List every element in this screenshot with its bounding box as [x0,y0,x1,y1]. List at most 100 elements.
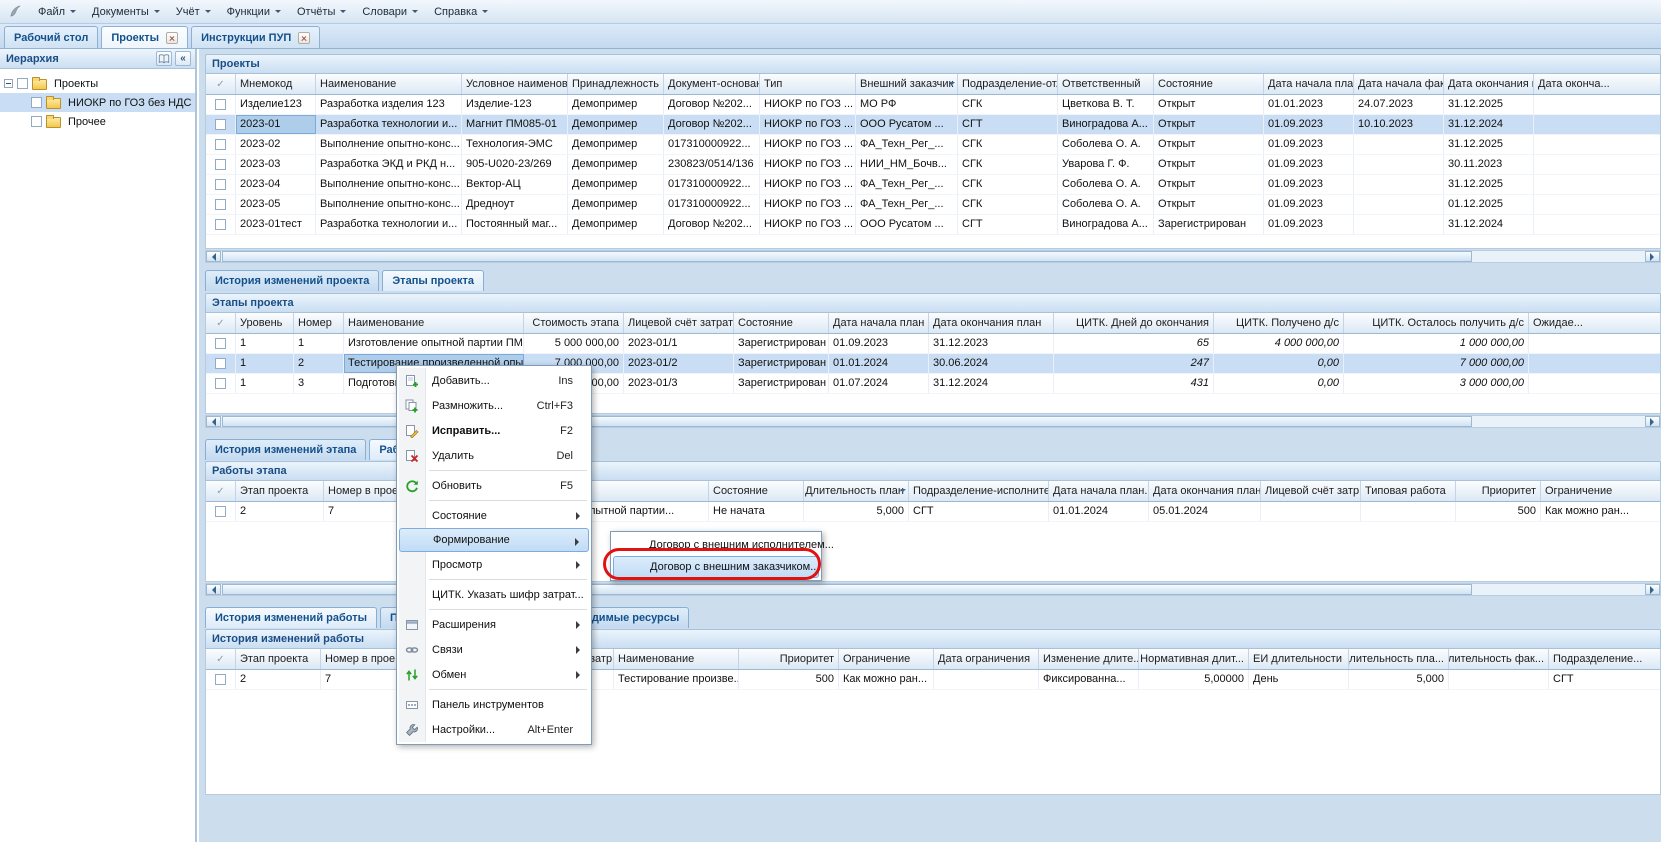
row-checkbox[interactable] [215,506,226,517]
column-header[interactable]: Дата оконча... [1534,74,1661,94]
column-header[interactable]: Мнемокод [236,74,316,94]
column-header[interactable]: Дата окончания план [929,313,1054,333]
scroll-left-icon[interactable] [206,584,221,595]
filter-arrow-icon[interactable] [900,489,906,495]
row-checkbox[interactable] [215,159,226,170]
menu-item-edit[interactable]: Исправить...F2 [399,418,589,443]
select-all-header[interactable] [206,313,236,333]
column-header[interactable]: Дата ограничения [934,649,1039,669]
menu-item-duplicate[interactable]: Размножить...Ctrl+F3 [399,393,589,418]
select-all-header[interactable] [206,481,236,501]
select-all-header[interactable] [206,74,236,94]
close-tab-icon[interactable] [298,32,310,44]
column-header[interactable]: ЦИТК. Осталось получить д/с [1344,313,1529,333]
row-checkbox[interactable] [215,119,226,130]
main-tab-desktop[interactable]: Рабочий стол [4,26,98,48]
row-checkbox[interactable] [215,199,226,210]
menubar-item-dictionaries[interactable]: Словари [354,2,426,22]
tree-checkbox[interactable] [31,97,42,108]
collapse-sidebar-button[interactable] [175,51,191,66]
column-header[interactable]: Дата начала план. [1049,481,1149,501]
row-checkbox[interactable] [215,219,226,230]
column-header[interactable]: Дата окончания план [1149,481,1261,501]
column-header[interactable]: Приоритет [739,649,839,669]
tree-item[interactable]: Проекты [0,74,195,93]
column-header[interactable]: Стоимость этапа [524,313,624,333]
column-header[interactable]: Изменение длите... [1039,649,1139,669]
column-header[interactable]: Дата начала план [829,313,929,333]
column-header[interactable]: Номер [294,313,344,333]
table-row[interactable]: 2023-05Выполнение опытно-конс...Дредноут… [206,195,1660,215]
column-header[interactable]: Подразделение-от... [958,74,1058,94]
menubar-item-functions[interactable]: Функции [219,2,289,22]
menubar-item-help[interactable]: Справка [426,2,496,22]
tree-checkbox[interactable] [17,78,28,89]
menu-item-contract-external-customer[interactable]: Договор с внешним заказчиком... [613,556,819,578]
hierarchy-book-icon[interactable] [156,51,172,66]
main-tab-pup-instructions[interactable]: Инструкции ПУП [191,26,320,48]
close-tab-icon[interactable] [166,32,178,44]
row-checkbox[interactable] [215,139,226,150]
table-row[interactable]: Изделие123Разработка изделия 123Изделие-… [206,95,1660,115]
column-header[interactable]: Документ-основан... [664,74,760,94]
menu-item-add[interactable]: Добавить...Ins [399,368,589,393]
menu-item-formation[interactable]: Формирование [399,528,589,552]
column-header[interactable]: Ответственный [1058,74,1154,94]
tab-project-history[interactable]: История изменений проекта [205,270,379,291]
column-header[interactable]: Уровень [236,313,294,333]
column-header[interactable]: ЕИ длительности [1249,649,1349,669]
table-row[interactable]: 2023-03Разработка ЭКД и РКД н...905-U020… [206,155,1660,175]
column-header[interactable]: ЦИТК. Получено д/с [1214,313,1344,333]
column-header[interactable]: Дата окончания п... [1444,74,1534,94]
menu-item-delete[interactable]: УдалитьDel [399,443,589,468]
row-checkbox[interactable] [215,179,226,190]
row-checkbox[interactable] [215,338,226,349]
column-header[interactable]: Условное наименова... [462,74,568,94]
column-header[interactable]: Принадлежность [568,74,664,94]
column-header[interactable]: Состояние [1154,74,1264,94]
menu-item-state[interactable]: Состояние [399,503,589,528]
column-header[interactable]: Состояние [734,313,829,333]
scroll-right-icon[interactable] [1645,584,1660,595]
column-header[interactable]: Длительность фак... [1449,649,1549,669]
column-header[interactable]: Приоритет [1456,481,1541,501]
column-header[interactable]: Длительность пла... [1349,649,1449,669]
tree-item[interactable]: Прочее [0,112,195,131]
scroll-right-icon[interactable] [1645,416,1660,427]
scroll-thumb[interactable] [222,251,1472,262]
menu-item-citk-cost-code[interactable]: ЦИТК. Указать шифр затрат... [399,582,589,607]
column-header[interactable]: Типовая работа [1361,481,1456,501]
column-header[interactable]: Тип [760,74,856,94]
table-row[interactable]: 2023-04Выполнение опытно-конс...Вектор-А… [206,175,1660,195]
tab-work-history[interactable]: История изменений работы [205,607,377,628]
menubar-item-documents[interactable]: Документы [84,2,168,22]
menu-item-view[interactable]: Просмотр [399,552,589,577]
scroll-right-icon[interactable] [1645,251,1660,262]
menu-item-contract-external-executor[interactable]: Договор с внешним исполнителем... [613,534,819,556]
column-header[interactable]: Внешний заказчик [856,74,958,94]
column-header[interactable]: Нормативная длит... [1139,649,1249,669]
table-row[interactable]: 2023-01тестРазработка технологии и...Пос… [206,215,1660,235]
column-header[interactable]: Ограничение [839,649,934,669]
menu-item-settings[interactable]: Настройки...Alt+Enter [399,717,589,742]
column-header[interactable]: Дата начала факт. [1354,74,1444,94]
column-header[interactable]: Ожидае... [1529,313,1661,333]
column-header[interactable]: Наименование [614,649,739,669]
table-row[interactable]: 2023-01Разработка технологии и...Магнит … [206,115,1660,135]
table-row[interactable]: 2023-02Выполнение опытно-конс...Технолог… [206,135,1660,155]
menu-item-links[interactable]: Связи [399,637,589,662]
menubar-item-accounting[interactable]: Учёт [168,2,219,22]
column-header[interactable]: Дата начала план. [1264,74,1354,94]
menu-item-toolbar[interactable]: Панель инструментов [399,692,589,717]
column-header[interactable]: Наименование [344,313,524,333]
tab-project-stages[interactable]: Этапы проекта [382,270,484,291]
select-all-header[interactable] [206,649,236,669]
menubar-item-reports[interactable]: Отчёты [289,2,354,22]
menu-item-extensions[interactable]: Расширения [399,612,589,637]
scroll-left-icon[interactable] [206,416,221,427]
tree-item[interactable]: НИОКР по ГОЗ без НДС [0,93,195,112]
column-header[interactable]: Лицевой счёт затрат [624,313,734,333]
column-header[interactable]: Подразделение-исполнитель... [909,481,1049,501]
column-header[interactable]: ЦИТК. Дней до окончания [1054,313,1214,333]
column-header[interactable]: Ограничение [1541,481,1661,501]
